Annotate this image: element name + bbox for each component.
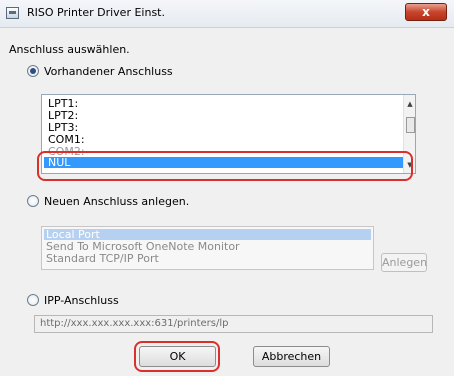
printer-app-icon xyxy=(6,7,19,19)
ipp-port-radio[interactable] xyxy=(27,294,39,306)
list-item[interactable]: LPT2: xyxy=(48,110,78,121)
existing-port-label: Vorhandener Anschluss xyxy=(44,65,173,78)
close-button[interactable]: x xyxy=(405,3,447,21)
ipp-url-field[interactable]: http://xxx.xxx.xxx.xxx:631/printers/lp xyxy=(34,315,433,333)
highlight-ring-ok xyxy=(134,341,220,372)
highlight-ring-selection xyxy=(37,151,413,181)
list-item[interactable]: COM1: xyxy=(48,134,85,145)
scroll-up-icon[interactable]: ▲ xyxy=(404,100,415,108)
scroll-thumb[interactable] xyxy=(406,117,415,133)
instruction-label: Anschluss auswählen. xyxy=(9,43,130,56)
window-title: RISO Printer Driver Einst. xyxy=(27,6,165,19)
new-port-label: Neuen Anschluss anlegen. xyxy=(44,195,190,208)
title-bar: RISO Printer Driver Einst. x xyxy=(0,0,454,28)
list-item: Standard TCP/IP Port xyxy=(46,252,159,265)
ipp-port-label: IPP-Anschluss xyxy=(44,294,119,307)
cancel-button[interactable]: Abbrechen xyxy=(253,346,330,367)
list-item-selected: Local Port xyxy=(44,229,371,240)
list-item[interactable]: LPT1: xyxy=(48,98,78,109)
new-port-list: Local Port Send To Microsoft OneNote Mon… xyxy=(41,226,374,270)
existing-port-radio[interactable] xyxy=(27,65,39,77)
new-port-radio[interactable] xyxy=(27,195,39,207)
list-item[interactable]: LPT3: xyxy=(48,122,78,133)
create-port-button[interactable]: Anlegen xyxy=(381,253,427,272)
list-item: Send To Microsoft OneNote Monitor xyxy=(46,240,240,253)
